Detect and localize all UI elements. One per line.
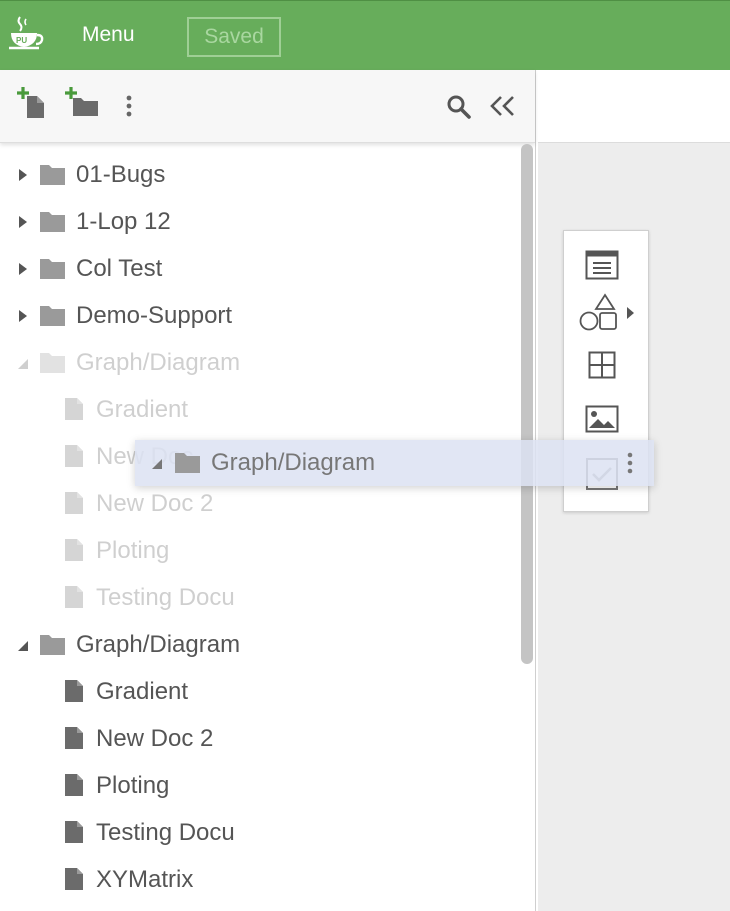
tree-scrollbar[interactable] xyxy=(519,142,535,670)
add-document-icon[interactable] xyxy=(16,86,48,118)
tree-item-label: XYMatrix xyxy=(96,866,194,893)
document-icon xyxy=(65,821,83,843)
collapsed-triangle-icon[interactable] xyxy=(16,307,30,325)
tree-item-label: Col Test xyxy=(76,255,163,282)
editor-area xyxy=(538,70,730,911)
collapsed-triangle-icon[interactable] xyxy=(16,260,30,278)
tree-toolbar xyxy=(0,70,535,143)
expanded-triangle-icon[interactable] xyxy=(16,354,30,372)
folder-icon xyxy=(40,165,65,185)
folder-icon xyxy=(40,353,65,373)
document-icon xyxy=(65,492,83,514)
document-icon xyxy=(65,680,83,702)
search-icon[interactable] xyxy=(446,94,472,120)
double-chevron-left-icon[interactable] xyxy=(489,94,517,118)
top-bar: PU Menu Saved xyxy=(0,0,730,70)
tree-document-row[interactable]: Gradient xyxy=(0,387,515,434)
tree-item-label: 01-Bugs xyxy=(76,161,166,188)
collapsed-triangle-icon[interactable] xyxy=(16,213,30,231)
document-icon xyxy=(65,398,83,420)
tree-folder-row[interactable]: 1-Lop 12 xyxy=(0,199,515,246)
tree-item-label: Graph/Diagram xyxy=(76,631,241,658)
text-panel-icon[interactable] xyxy=(585,250,619,280)
shapes-icon[interactable] xyxy=(579,293,619,331)
document-icon xyxy=(65,539,83,561)
tree-document-row[interactable]: New Doc 2 xyxy=(0,716,515,763)
drag-preview[interactable]: Graph/Diagram xyxy=(135,440,654,486)
folder-icon xyxy=(40,212,65,232)
tree-document-row[interactable]: Ploting xyxy=(0,528,515,575)
saved-status-badge: Saved xyxy=(187,17,281,57)
tree-item-label: Graph/Diagram xyxy=(76,349,241,376)
tree-document-row[interactable]: Testing Docu xyxy=(0,575,515,622)
image-icon[interactable] xyxy=(585,405,619,433)
vertical-ellipsis-icon[interactable] xyxy=(625,452,635,476)
tree-document-row[interactable]: XYMatrix xyxy=(0,857,515,904)
folder-icon xyxy=(40,259,65,279)
submenu-arrow-icon[interactable] xyxy=(626,306,636,320)
tree-item-label: 1-Lop 12 xyxy=(76,208,171,235)
tree-document-row[interactable]: Ploting xyxy=(0,763,515,810)
folder-icon xyxy=(175,453,200,473)
tree-item-label: Ploting xyxy=(96,537,170,564)
tree-folder-row[interactable]: Graph/Diagram xyxy=(0,622,515,669)
document-icon xyxy=(65,727,83,749)
tree-item-label: Demo-Support xyxy=(76,302,233,329)
table-grid-icon[interactable] xyxy=(588,351,616,379)
collapsed-triangle-icon[interactable] xyxy=(16,166,30,184)
tree-folder-row[interactable]: Demo-Support xyxy=(0,293,515,340)
tree-document-row[interactable]: Gradient xyxy=(0,669,515,716)
tree-item-label: New Doc 2 xyxy=(96,725,214,752)
document-tree: 01-Bugs 1-Lop 12 Col Test Demo-Support Graph… xyxy=(0,143,535,911)
tree-folder-row[interactable]: Graph/Diagram xyxy=(0,340,515,387)
tree-scrollbar-thumb[interactable] xyxy=(521,144,533,664)
folder-icon xyxy=(40,635,65,655)
tree-item-label: Gradient xyxy=(96,678,189,705)
editor-top-bar xyxy=(538,70,730,143)
tree-item-label: Testing Docu xyxy=(96,819,235,846)
coffee-cup-logo-icon[interactable]: PU xyxy=(6,13,46,53)
tree-item-label: Ploting xyxy=(96,772,170,799)
tree-item-label: Testing Docu xyxy=(96,584,235,611)
tree-item-label: Gradient xyxy=(96,396,189,423)
add-folder-icon[interactable] xyxy=(64,86,100,118)
drag-preview-label: Graph/Diagram xyxy=(211,449,376,476)
vertical-ellipsis-icon[interactable] xyxy=(123,94,135,120)
svg-text:PU: PU xyxy=(16,36,27,45)
document-tree-panel: 01-Bugs 1-Lop 12 Col Test Demo-Support Graph… xyxy=(0,70,536,911)
tree-item-label: New Doc 2 xyxy=(96,490,214,517)
document-icon xyxy=(65,868,83,890)
tree-document-row[interactable]: New Doc 2 xyxy=(0,481,515,528)
document-icon xyxy=(65,445,83,467)
tree-folder-row[interactable]: Col Test xyxy=(0,246,515,293)
menu-button[interactable]: Menu xyxy=(82,23,135,47)
tree-folder-row[interactable]: 01-Bugs xyxy=(0,152,515,199)
document-icon xyxy=(65,774,83,796)
expanded-triangle-icon xyxy=(152,459,162,469)
expanded-triangle-icon[interactable] xyxy=(16,636,30,654)
document-icon xyxy=(65,586,83,608)
folder-icon xyxy=(40,306,65,326)
tree-document-row[interactable]: Testing Docu xyxy=(0,810,515,857)
